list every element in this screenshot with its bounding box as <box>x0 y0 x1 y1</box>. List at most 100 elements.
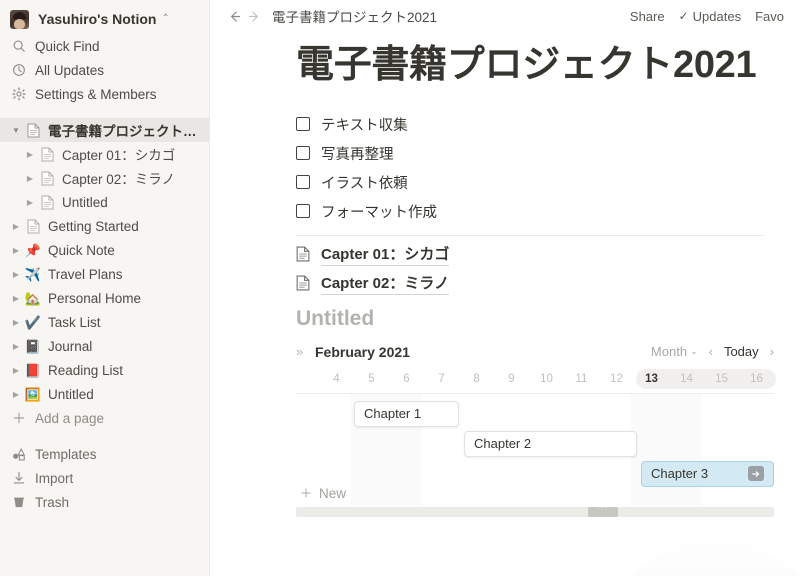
timeline-zoom-label: Month <box>650 344 688 360</box>
timeline-zoom-select[interactable]: Month ⌄ <box>651 344 698 359</box>
double-chevron-right-icon[interactable]: » <box>296 344 312 359</box>
page-link-label: Capter 01：シカゴ <box>321 243 450 266</box>
timeline-date[interactable]: 15 <box>704 371 739 387</box>
breadcrumb[interactable]: 電子書籍プロジェクト2021 <box>272 6 437 26</box>
checkbox[interactable] <box>296 175 310 190</box>
sidebar-item-reading-list[interactable]: ▶ 📕 Reading List <box>0 358 209 382</box>
todo-item[interactable]: イラスト依頼 <box>296 168 780 197</box>
timeline-date[interactable]: 8 <box>459 371 494 387</box>
timeline-bar-chapter-1[interactable]: Chapter 1 <box>354 400 459 427</box>
sidebar-item-label: Untitled <box>62 194 108 210</box>
page-title[interactable]: 電子書籍プロジェクト2021 <box>210 44 800 88</box>
page-body: 電子書籍プロジェクト2021 テキスト収集 写真再整理 イラスト依頼 フォーマッ… <box>210 32 800 517</box>
checkbox[interactable] <box>296 146 310 161</box>
chevron-right-icon[interactable]: ▶ <box>10 390 22 399</box>
chevron-right-icon[interactable]: ▶ <box>24 174 36 183</box>
chevron-right-icon[interactable]: ▶ <box>10 342 22 351</box>
sidebar-item-label: All Updates <box>35 62 105 78</box>
pushpin-emoji-icon: 📌 <box>25 244 41 257</box>
sidebar-item-capter-01[interactable]: ▶ Capter 01：シカゴ <box>0 142 209 166</box>
timeline-date[interactable]: 4 <box>319 371 354 387</box>
chevron-right-icon[interactable]: ▶ <box>10 222 22 231</box>
sidebar-item-import[interactable]: Import <box>0 466 209 490</box>
page-icon <box>39 195 55 210</box>
timeline-today-button[interactable]: Today <box>724 344 759 359</box>
chevron-right-icon[interactable]: ▶ <box>10 366 22 375</box>
forward-button[interactable] <box>244 6 264 26</box>
timeline-new-button[interactable]: New <box>300 486 346 501</box>
timeline-date[interactable]: 14 <box>669 371 704 387</box>
timeline-date[interactable]: 9 <box>494 371 529 387</box>
timeline-bar-chapter-2[interactable]: Chapter 2 <box>464 430 637 457</box>
sidebar-item-task-list[interactable]: ▶ ✔️ Task List <box>0 310 209 334</box>
chevron-right-icon[interactable]: ▶ <box>10 294 22 303</box>
chevron-right-icon[interactable]: ▶ <box>10 318 22 327</box>
open-page-arrow-icon[interactable] <box>748 466 764 482</box>
chevron-down-icon[interactable]: ▼ <box>10 126 22 135</box>
timeline-prev-button[interactable]: ‹ <box>709 344 713 359</box>
timeline-date[interactable]: 5 <box>354 371 389 387</box>
sidebar-item-label: Quick Find <box>35 38 100 54</box>
sidebar-item-all-updates[interactable]: All Updates <box>0 58 209 82</box>
sidebar-item-trash[interactable]: Trash <box>0 490 209 514</box>
timeline-new-label: New <box>319 485 347 501</box>
share-label: Share <box>629 8 665 24</box>
sidebar-add-page-button[interactable]: Add a page <box>0 406 209 430</box>
scrollbar-thumb[interactable] <box>588 502 618 517</box>
back-button[interactable] <box>224 6 244 26</box>
checkbox[interactable] <box>296 204 310 219</box>
todo-item[interactable]: テキスト収集 <box>296 110 780 139</box>
timeline-date[interactable]: 6 <box>389 371 424 387</box>
sidebar-item-untitled-child[interactable]: ▶ Untitled <box>0 190 209 214</box>
workspace-switcher[interactable]: Yasuhiro's Notion ⌃ <box>0 4 209 34</box>
chevron-right-icon[interactable]: ▶ <box>10 246 22 255</box>
import-icon <box>10 471 27 485</box>
page-link-label: Capter 02：ミラノ <box>321 272 450 295</box>
timeline-header: » February 2021 Month ⌄ ‹ Today › <box>296 339 774 365</box>
timeline-horizontal-scrollbar[interactable] <box>296 502 774 517</box>
share-button[interactable]: Share <box>630 9 665 24</box>
sidebar-item-label: Getting Started <box>48 218 139 234</box>
page-link-capter-02[interactable]: Capter 02：ミラノ <box>296 269 780 298</box>
sidebar-item-personal-home[interactable]: ▶ 🏡 Personal Home <box>0 286 209 310</box>
sidebar-item-templates[interactable]: Templates <box>0 442 209 466</box>
sidebar-item-capter-02[interactable]: ▶ Capter 02：ミラノ <box>0 166 209 190</box>
timeline-month-label: February 2021 <box>315 343 410 360</box>
checkbox[interactable] <box>296 117 310 132</box>
sidebar-item-quick-note[interactable]: ▶ 📌 Quick Note <box>0 238 209 262</box>
sidebar-item-journal[interactable]: ▶ 📓 Journal <box>0 334 209 358</box>
chevron-right-icon[interactable]: ▶ <box>24 150 36 159</box>
sidebar-item-getting-started[interactable]: ▶ Getting Started <box>0 214 209 238</box>
untitled-heading[interactable]: Untitled <box>296 307 780 331</box>
timeline-date[interactable]: 16 <box>739 371 774 387</box>
chevron-right-icon[interactable]: ▶ <box>24 198 36 207</box>
timeline-date[interactable]: 10 <box>529 371 564 387</box>
page-link-capter-01[interactable]: Capter 01：シカゴ <box>296 240 780 269</box>
timeline-date-today[interactable]: 13 <box>634 371 669 387</box>
todo-item[interactable]: 写真再整理 <box>296 139 780 168</box>
sidebar-item-untitled-picture[interactable]: ▶ 🖼️ Untitled <box>0 382 209 406</box>
timeline-bar-chapter-3[interactable]: Chapter 3 <box>641 460 774 487</box>
clock-icon <box>10 63 27 77</box>
emoji-glyph: 📕 <box>24 362 42 378</box>
sidebar-item-travel-plans[interactable]: ▶ ✈️ Travel Plans <box>0 262 209 286</box>
timeline-next-button[interactable]: › <box>770 344 774 359</box>
add-page-label: Add a page <box>35 410 105 426</box>
timeline-date[interactable]: 7 <box>424 371 459 387</box>
timeline-grid[interactable]: Chapter 1 Chapter 2 Chapter 3 New <box>296 392 774 505</box>
sidebar-item-settings-members[interactable]: Settings & Members <box>0 82 209 106</box>
timeline-date[interactable]: 11 <box>564 371 599 387</box>
sidebar: Yasuhiro's Notion ⌃ Quick Find All Updat… <box>0 0 210 576</box>
timeline-date[interactable]: 12 <box>599 371 634 387</box>
chevron-right-icon[interactable]: ▶ <box>10 270 22 279</box>
search-icon <box>10 39 27 53</box>
todo-item[interactable]: フォーマット作成 <box>296 197 780 226</box>
updates-button[interactable]: ✓ Updates <box>679 9 741 24</box>
favorite-button[interactable]: Favo <box>755 9 784 24</box>
sidebar-item-quick-find[interactable]: Quick Find <box>0 34 209 58</box>
sidebar-item-ebook-project[interactable]: ▼ 電子書籍プロジェクト2... <box>0 118 209 142</box>
todo-label: テキスト収集 <box>321 117 408 134</box>
sidebar-item-label: Untitled <box>48 386 94 402</box>
sidebar-item-label: Personal Home <box>48 290 142 306</box>
